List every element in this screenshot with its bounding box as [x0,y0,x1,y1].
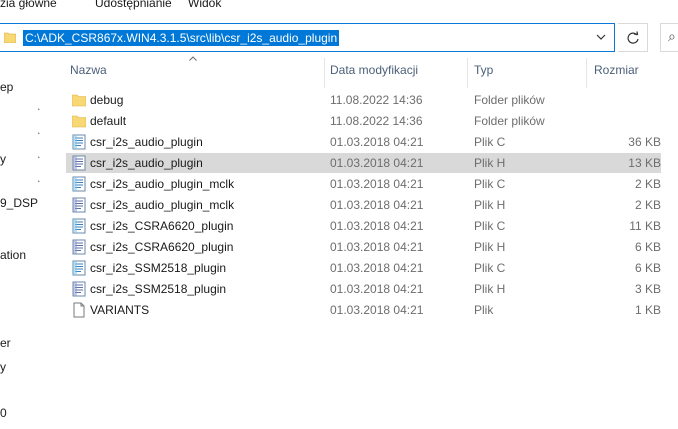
file-size: 6 KB [634,240,661,254]
file-date: 01.03.2018 04:21 [330,240,424,254]
file-row[interactable]: csr_i2s_CSRA6620_plugin 01.03.2018 04:21 P… [66,237,661,257]
file-name: debug [90,93,124,107]
file-size: 1 KB [634,303,661,317]
file-size: 2 KB [634,198,661,212]
file-size: 6 KB [634,261,661,275]
file-type: Plik H [474,156,506,170]
column-divider[interactable] [324,58,325,88]
file-date: 01.03.2018 04:21 [330,303,424,317]
file-type: Plik C [474,219,506,233]
file-name: csr_i2s_audio_plugin [90,156,203,170]
h-file-icon [72,281,86,297]
file-name: csr_i2s_CSRA6620_plugin [90,240,234,254]
refresh-button[interactable] [618,23,648,52]
file-row[interactable]: csr_i2s_audio_plugin 01.03.2018 04:21 Plik… [66,132,661,152]
tab-view[interactable]: Widok [188,0,221,10]
file-name: csr_i2s_CSRA6620_plugin [90,219,234,233]
file-date: 01.03.2018 04:21 [330,198,424,212]
file-type: Plik [474,303,494,317]
file-name: csr_i2s_audio_plugin_mclk [90,198,235,212]
file-type: Folder plików [474,114,545,128]
file-date: 01.03.2018 04:21 [330,177,424,191]
folder-icon [71,113,87,129]
file-row[interactable]: VARIANTS 01.03.2018 04:21 Plik 1 KB [66,300,661,320]
column-divider[interactable] [467,58,468,88]
file-row[interactable]: debug 11.08.2022 14:36 Folder plików [66,90,661,110]
nav-item[interactable]: 9_DSP [0,196,38,210]
chevron-down-icon[interactable] [596,32,606,42]
file-row[interactable]: csr_i2s_audio_plugin_mclk 01.03.2018 04:2… [66,174,661,194]
column-header-size[interactable]: Rozmiar [594,63,639,77]
file-type: Plik H [474,282,506,296]
c-file-icon [72,176,86,192]
c-file-icon [72,260,86,276]
pin-icon[interactable] [33,105,43,115]
file-row[interactable]: csr_i2s_SSM2518_plugin 01.03.2018 04:21 Pl… [66,258,661,278]
file-date: 01.03.2018 04:21 [330,282,424,296]
ribbon-tabs: zia główne Udostępnianie Widok [0,0,678,14]
nav-item[interactable]: 0 [0,406,7,420]
file-name: default [90,114,127,128]
file-size: 2 KB [634,177,661,191]
file-date: 01.03.2018 04:21 [330,156,424,170]
sort-ascending-icon [189,56,197,61]
file-date: 11.08.2022 14:36 [330,114,423,128]
nav-item[interactable]: ation [0,248,26,262]
address-path[interactable]: C:\ADK_CSR867x.WIN4.3.1.5\src\lib\csr_i2… [23,30,340,46]
file-type: Plik H [474,198,506,212]
pin-icon[interactable] [33,129,43,139]
file-name: csr_i2s_SSM2518_plugin [90,261,227,275]
column-header-date[interactable]: Data modyfikacji [330,63,418,77]
blank-file-icon [72,302,86,318]
tab-home[interactable]: zia główne [0,0,57,10]
nav-item[interactable]: y [0,152,6,166]
refresh-icon [627,31,639,44]
folder-icon [71,92,87,108]
column-divider[interactable] [586,58,587,88]
pin-icon[interactable] [33,177,43,187]
navigation-pane: ep y 9_DSP ation er y 0 [0,52,56,429]
file-date: 01.03.2018 04:21 [330,135,424,149]
file-name: csr_i2s_audio_plugin_mclk [90,177,235,191]
tab-share[interactable]: Udostępnianie [95,0,172,10]
file-row[interactable]: csr_i2s_SSM2518_plugin 01.03.2018 04:21 Pl… [66,279,661,299]
c-file-icon [72,134,86,150]
h-file-icon [72,239,86,255]
column-header-name[interactable]: Nazwa [70,63,107,77]
address-bar[interactable]: C:\ADK_CSR867x.WIN4.3.1.5\src\lib\csr_i2… [0,23,615,52]
file-name: VARIANTS [90,303,150,317]
search-icon: ⌕ [668,28,676,44]
file-date: 01.03.2018 04:21 [330,219,424,233]
file-type: Folder plików [474,93,545,107]
file-type: Plik C [474,261,506,275]
nav-item[interactable]: ep [0,80,13,94]
nav-item[interactable]: er [0,336,11,350]
file-type: Plik C [474,177,506,191]
h-file-icon [72,155,86,171]
file-name: csr_i2s_SSM2518_plugin [90,282,227,296]
file-size: 13 KB [628,156,661,170]
search-input[interactable]: ⌕ [660,23,678,52]
folder-icon [4,32,16,43]
column-header-type[interactable]: Typ [474,63,493,77]
file-type: Plik H [474,240,506,254]
file-row[interactable]: default 11.08.2022 14:36 Folder plików [66,111,661,131]
nav-item[interactable]: y [0,360,6,374]
file-row[interactable]: csr_i2s_audio_plugin 01.03.2018 04:21 Plik… [66,153,661,173]
file-size: 36 KB [628,135,661,149]
file-size: 11 KB [629,219,661,233]
file-type: Plik C [474,135,506,149]
pin-icon[interactable] [33,153,43,163]
file-date: 01.03.2018 04:21 [330,261,424,275]
file-row[interactable]: csr_i2s_audio_plugin_mclk 01.03.2018 04:2… [66,195,661,215]
c-file-icon [72,218,86,234]
h-file-icon [72,197,86,213]
file-row[interactable]: csr_i2s_CSRA6620_plugin 01.03.2018 04:21 P… [66,216,661,236]
file-list: Nazwa Data modyfikacji Typ Rozmiar debug… [56,52,678,429]
file-date: 11.08.2022 14:36 [330,93,423,107]
file-size: 3 KB [634,282,661,296]
file-name: csr_i2s_audio_plugin [90,135,203,149]
